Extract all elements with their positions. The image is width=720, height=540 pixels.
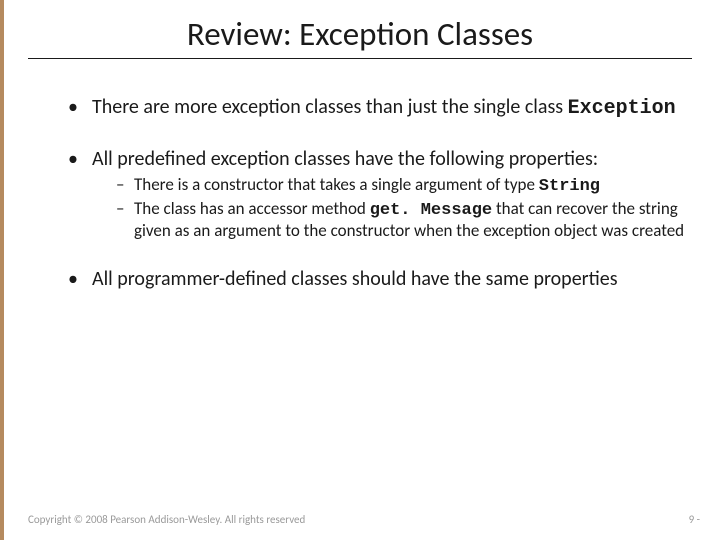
bullet-1-code: Exception [568,97,676,120]
sub-2-2-code: get. Message [370,201,492,220]
footer-page-number: 9 - [689,513,700,526]
sub-2-2: The class has an accessor method get. Me… [116,199,692,241]
sub-2-2-pre: The class has an accessor method [134,198,370,219]
sub-2-1: There is a constructor that takes a sing… [116,175,692,197]
bullet-1: There are more exception classes than ju… [68,95,692,121]
slide-body: Review: Exception Classes There are more… [0,0,720,291]
bullet-2: All predefined exception classes have th… [68,147,692,241]
footer-copyright: Copyright © 2008 Pearson Addison-Wesley.… [28,513,305,526]
bullet-2-text: All predefined exception classes have th… [92,147,598,171]
bullet-3-text: All programmer-defined classes should ha… [92,267,618,291]
sub-list-2: There is a constructor that takes a sing… [92,175,692,241]
bullet-list: There are more exception classes than ju… [28,95,692,291]
sub-2-1-text: There is a constructor that takes a sing… [134,174,539,195]
sub-2-1-code: String [539,177,600,196]
accent-stripe [0,0,4,540]
bullet-3: All programmer-defined classes should ha… [68,267,692,291]
slide-title: Review: Exception Classes [28,14,692,59]
bullet-1-text: There are more exception classes than ju… [92,95,568,119]
